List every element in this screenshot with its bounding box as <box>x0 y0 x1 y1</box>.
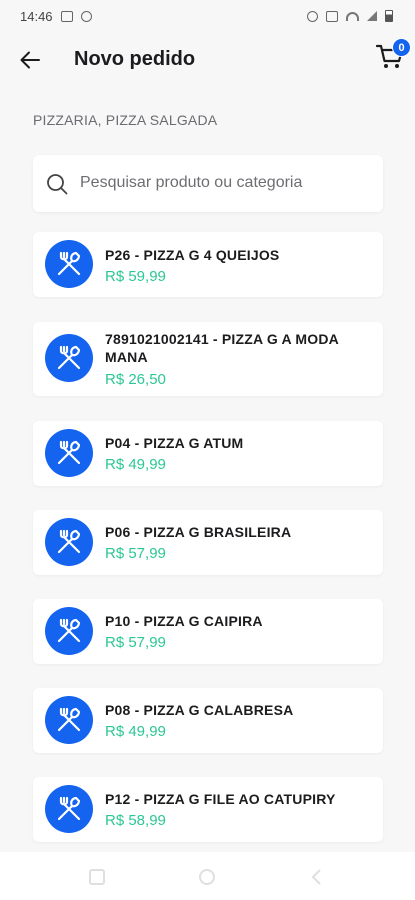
category-title: PIZZARIA, PIZZA SALGADA <box>33 112 218 128</box>
mute-icon <box>326 10 338 22</box>
fork-knife-icon <box>57 707 81 732</box>
status-time: 14:46 <box>20 8 53 24</box>
image-notification-icon <box>60 10 73 22</box>
product-card[interactable]: P12 - PIZZA G FILE AO CATUPIRY R$ 58,99 <box>33 777 383 842</box>
product-icon <box>45 607 93 655</box>
search-box[interactable] <box>33 155 383 212</box>
product-card[interactable]: P04 - PIZZA G ATUM R$ 49,99 <box>33 421 383 486</box>
product-card[interactable]: P10 - PIZZA G CAIPIRA R$ 57,99 <box>33 599 383 664</box>
status-bar: 14:46 <box>0 0 415 32</box>
product-price: R$ 49,99 <box>105 723 166 740</box>
product-name: P10 - PIZZA G CAIPIRA <box>105 613 263 629</box>
product-price: R$ 57,99 <box>105 545 166 562</box>
product-name: P04 - PIZZA G ATUM <box>105 435 244 451</box>
app-notification-icon <box>80 10 92 22</box>
product-icon <box>45 696 93 744</box>
product-price: R$ 58,99 <box>105 812 166 829</box>
product-name: P26 - PIZZA G 4 QUEIJOS <box>105 247 280 263</box>
fork-knife-icon <box>57 251 81 276</box>
product-card[interactable]: P08 - PIZZA G CALABRESA R$ 49,99 <box>33 688 383 753</box>
product-icon <box>45 518 93 566</box>
product-card[interactable]: 7891021002141 - PIZZA G A MODA MANA R$ 2… <box>33 322 383 396</box>
fork-knife-icon <box>57 529 81 554</box>
product-icon <box>45 240 93 288</box>
product-name: 7891021002141 - PIZZA G A MODA MANA <box>105 331 339 365</box>
product-icon <box>45 785 93 833</box>
signal-icon <box>367 11 377 21</box>
nav-back-icon[interactable] <box>308 868 326 886</box>
status-right <box>307 10 393 22</box>
cart-button[interactable]: 0 <box>375 38 411 74</box>
product-price: R$ 57,99 <box>105 634 166 651</box>
product-name: P12 - PIZZA G FILE AO CATUPIRY <box>105 791 336 807</box>
bottom-nav <box>0 852 415 900</box>
alarm-icon <box>307 10 318 22</box>
product-price: R$ 59,99 <box>105 268 166 285</box>
product-price: R$ 26,50 <box>105 371 166 388</box>
product-name: P06 - PIZZA G BRASILEIRA <box>105 524 292 540</box>
search-input[interactable] <box>80 167 370 199</box>
fork-knife-icon <box>57 345 81 370</box>
fork-knife-icon <box>57 440 81 465</box>
product-card[interactable]: P06 - PIZZA G BRASILEIRA R$ 57,99 <box>33 510 383 575</box>
battery-icon <box>385 10 393 22</box>
wifi-icon <box>346 11 359 21</box>
fork-knife-icon <box>57 618 81 643</box>
recent-apps-icon[interactable] <box>88 868 106 886</box>
back-button[interactable] <box>16 46 44 74</box>
search-icon <box>47 174 68 195</box>
app-bar: Novo pedido 0 <box>0 32 415 90</box>
status-left: 14:46 <box>20 9 92 24</box>
product-icon <box>45 334 93 382</box>
cart-count-badge: 0 <box>392 38 411 57</box>
product-card[interactable]: P26 - PIZZA G 4 QUEIJOS R$ 59,99 <box>33 232 383 297</box>
arrow-left-icon <box>20 51 40 69</box>
product-name: P08 - PIZZA G CALABRESA <box>105 702 294 718</box>
fork-knife-icon <box>57 796 81 821</box>
page-title: Novo pedido <box>74 48 196 70</box>
product-icon <box>45 429 93 477</box>
product-price: R$ 49,99 <box>105 456 166 473</box>
home-icon[interactable] <box>198 868 216 886</box>
